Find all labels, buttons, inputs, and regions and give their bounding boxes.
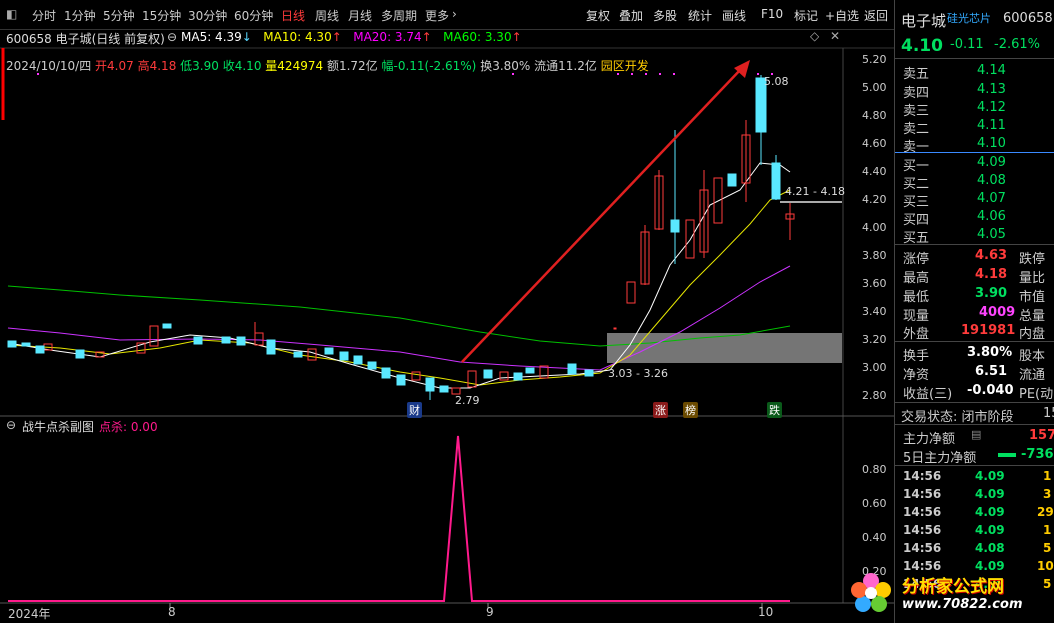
stock-header: 电子城 硅光芯片 600658 [895, 10, 1054, 30]
finance-marker[interactable]: 财 [407, 402, 422, 418]
signal-dots [37, 73, 773, 75]
main-net-flow: 主力净额 ▤ 157 [903, 428, 1054, 447]
range-annotation-bottom: 3.03 - 3.26 [608, 367, 668, 380]
watermark: 分析家公式网 www.70822.com [846, 566, 1054, 623]
list-item: 14:56 4.09 29 [903, 505, 1054, 519]
list-item: 14:56 4.08 5 [903, 541, 1052, 555]
subchart-value: 点杀: 0.00 [99, 420, 158, 434]
support-zone [607, 333, 842, 363]
dianSha-line [8, 435, 790, 602]
price-change: -0.11 [950, 37, 984, 52]
last-price: 4.10 [901, 36, 943, 56]
subchart-title: 战牛点杀副图 [22, 420, 95, 434]
limit-down-marker[interactable]: 跌 [767, 402, 782, 418]
stock-name: 电子城 [901, 12, 947, 30]
kline-chart [0, 47, 894, 608]
list-item: 14:56 4.09 1 [903, 523, 1052, 537]
limit-up-marker[interactable]: 涨 [653, 402, 668, 418]
subchart-toggle-icon[interactable]: ⊖ [6, 418, 16, 432]
high-annotation: 5.08 [764, 75, 789, 88]
price-change-pct: -2.61% [994, 37, 1040, 52]
low-annotation: 2.79 [455, 394, 480, 407]
flower-logo-icon [851, 573, 891, 612]
five-day-net-flow: 5日主力净额 -736 [903, 447, 1054, 466]
stock-code: 600658 [1003, 11, 1053, 26]
sector-tag[interactable]: 硅光芯片 [947, 10, 991, 26]
list-marker[interactable]: 榜 [683, 402, 698, 418]
range-annotation-top: 4.21 - 4.18 [785, 185, 845, 198]
watermark-title: 分析家公式网 [902, 577, 1004, 597]
price-line: 4.10 -0.11 -2.61% [895, 36, 1054, 58]
trade-status: 交易状态: 闭市阶段 15 [901, 406, 1054, 425]
watermark-url: www.70822.com [902, 597, 1023, 612]
list-item: 14:56 4.09 1 [903, 469, 1052, 483]
quote-panel: 电子城 硅光芯片 600658 4.10 -0.11 -2.61% 卖五 4.14… [894, 0, 1054, 623]
list-item: 14:56 4.09 3 [903, 487, 1052, 501]
